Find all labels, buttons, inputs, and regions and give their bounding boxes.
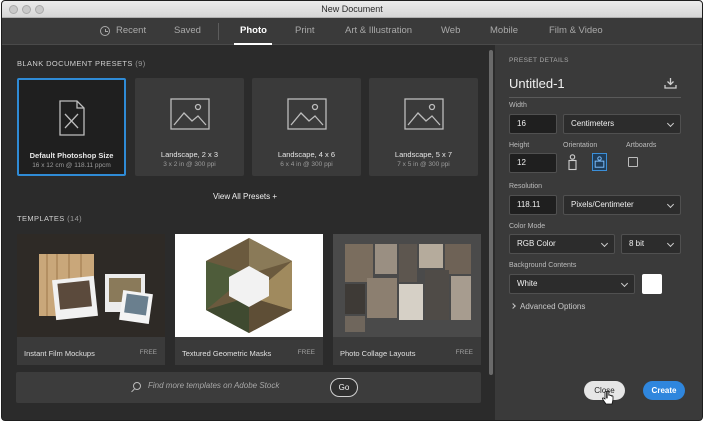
- create-button[interactable]: Create: [643, 381, 685, 400]
- chevron-down-icon: [620, 279, 629, 288]
- free-badge: FREE: [297, 349, 315, 356]
- template-thumbnail: [333, 234, 481, 337]
- advanced-options-toggle[interactable]: Advanced Options: [510, 302, 585, 311]
- landscape-orientation-icon[interactable]: [592, 153, 607, 171]
- width-label: Width: [509, 102, 527, 109]
- preset-name: Landscape, 2 x 3: [160, 150, 219, 159]
- template-name: Instant Film Mockups: [24, 349, 95, 358]
- preset-dimensions: 3 x 2 in @ 300 ppi: [163, 161, 216, 168]
- scrollbar-thumb[interactable]: [489, 50, 493, 375]
- free-badge: FREE: [139, 349, 157, 356]
- adobe-stock-search-bar: Find more templates on Adobe Stock Go: [16, 372, 481, 403]
- chevron-down-icon: [666, 239, 675, 248]
- preset-default-photoshop-size[interactable]: Default Photoshop Size 16 x 12 cm @ 118.…: [17, 78, 126, 176]
- tab-print[interactable]: Print: [295, 25, 315, 36]
- tab-art-illustration[interactable]: Art & Illustration: [345, 25, 412, 36]
- stock-search-input[interactable]: Find more templates on Adobe Stock: [148, 381, 279, 390]
- tab-divider: [218, 23, 219, 40]
- template-photo-collage-layouts[interactable]: Photo Collage Layouts FREE: [333, 234, 481, 365]
- preset-landscape-5x7[interactable]: Landscape, 5 x 7 7 x 5 in @ 300 ppi: [369, 78, 478, 176]
- image-icon: [169, 98, 210, 130]
- preset-dimensions: 6 x 4 in @ 300 ppi: [280, 161, 333, 168]
- tab-mobile[interactable]: Mobile: [490, 25, 518, 36]
- bit-depth-select[interactable]: 8 bit: [621, 234, 681, 254]
- tab-saved[interactable]: Saved: [174, 25, 201, 36]
- preset-name: Landscape, 4 x 6: [277, 150, 336, 159]
- template-thumbnail: [17, 234, 165, 337]
- blank-document-icon: [58, 100, 85, 136]
- tab-recent[interactable]: Recent: [116, 25, 146, 36]
- height-input[interactable]: 12: [509, 153, 557, 173]
- clock-icon: [100, 26, 110, 36]
- width-unit-select[interactable]: Centimeters: [563, 114, 681, 134]
- go-button[interactable]: Go: [330, 378, 358, 397]
- tab-web[interactable]: Web: [441, 25, 460, 36]
- height-label: Height: [509, 142, 530, 149]
- preset-details-heading: PRESET DETAILS: [509, 57, 569, 64]
- document-name-field[interactable]: Untitled-1: [509, 76, 565, 91]
- name-underline: [509, 97, 681, 98]
- artboards-checkbox[interactable]: [628, 157, 638, 167]
- color-mode-select[interactable]: RGB Color: [509, 234, 615, 254]
- resolution-unit-select[interactable]: Pixels/Centimeter: [563, 195, 681, 215]
- preset-landscape-4x6[interactable]: Landscape, 4 x 6 6 x 4 in @ 300 ppi: [252, 78, 361, 176]
- view-all-presets-link[interactable]: View All Presets +: [2, 192, 488, 201]
- window-title: New Document: [321, 4, 383, 14]
- preset-details-panel: PRESET DETAILS Untitled-1 Width 16 Centi…: [495, 45, 702, 420]
- preset-dimensions: 7 x 5 in @ 300 ppi: [397, 161, 450, 168]
- orientation-label: Orientation: [563, 142, 598, 149]
- image-icon: [403, 98, 444, 130]
- new-document-dialog: New Document Recent Saved Photo Print Ar…: [1, 0, 703, 421]
- template-name: Photo Collage Layouts: [340, 349, 416, 358]
- presets-area: BLANK DOCUMENT PRESETS (9) Default Photo…: [2, 45, 488, 420]
- template-name: Textured Geometric Masks: [182, 349, 272, 358]
- blank-presets-heading: BLANK DOCUMENT PRESETS (9): [17, 59, 146, 68]
- width-input[interactable]: 16: [509, 114, 557, 134]
- chevron-down-icon: [600, 239, 609, 248]
- tab-film-video[interactable]: Film & Video: [549, 25, 603, 36]
- free-badge: FREE: [455, 349, 473, 356]
- preset-dimensions: 16 x 12 cm @ 118.11 ppcm: [32, 162, 111, 169]
- background-contents-label: Background Contents: [509, 262, 577, 269]
- preset-name: Default Photoshop Size: [29, 151, 114, 160]
- preset-name: Landscape, 5 x 7: [394, 150, 453, 159]
- resolution-label: Resolution: [509, 183, 543, 190]
- image-icon: [286, 98, 327, 130]
- artboards-label: Artboards: [626, 142, 657, 149]
- search-icon: [133, 382, 141, 390]
- tab-photo[interactable]: Photo: [240, 25, 267, 36]
- chevron-right-icon: [510, 303, 516, 309]
- background-color-swatch[interactable]: [642, 274, 662, 294]
- template-thumbnail: [175, 234, 323, 337]
- portrait-orientation-icon[interactable]: [565, 153, 580, 171]
- color-mode-label: Color Mode: [509, 223, 546, 230]
- save-preset-icon[interactable]: [664, 78, 677, 89]
- chevron-down-icon: [666, 200, 675, 209]
- hand-cursor-icon: [602, 391, 614, 405]
- template-instant-film-mockups[interactable]: Instant Film Mockups FREE: [17, 234, 165, 365]
- templates-heading: TEMPLATES (14): [17, 214, 83, 223]
- presets-scrollbar[interactable]: [488, 45, 495, 420]
- chevron-down-icon: [666, 119, 675, 128]
- background-contents-select[interactable]: White: [509, 274, 635, 294]
- template-textured-geometric-masks[interactable]: Textured Geometric Masks FREE: [175, 234, 323, 365]
- preset-landscape-2x3[interactable]: Landscape, 2 x 3 3 x 2 in @ 300 ppi: [135, 78, 244, 176]
- resolution-input[interactable]: 118.11: [509, 195, 557, 215]
- title-bar: New Document: [2, 1, 702, 18]
- category-tabs: Recent Saved Photo Print Art & Illustrat…: [2, 18, 702, 45]
